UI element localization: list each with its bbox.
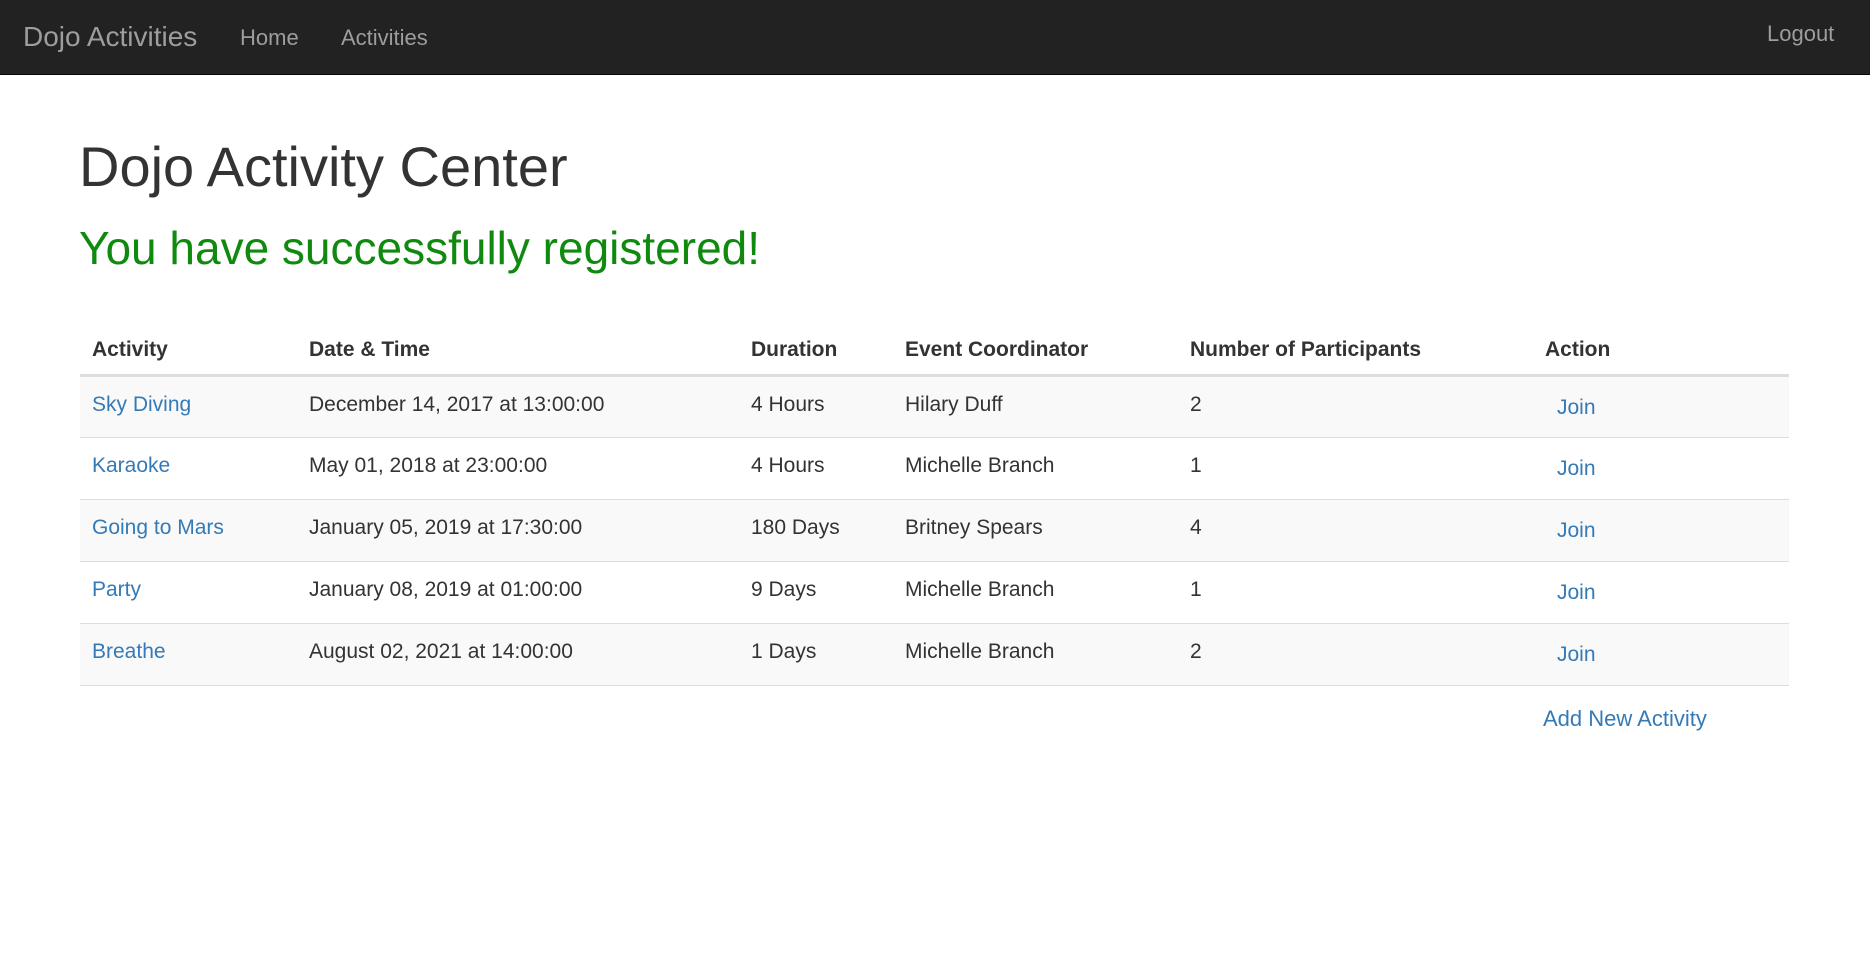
add-new-activity-link[interactable]: Add New Activity [1543,706,1707,732]
datetime-cell: December 14, 2017 at 13:00:00 [297,375,739,438]
nav-activities-link[interactable]: Activities [341,25,428,51]
participants-cell: 4 [1178,499,1533,562]
nav-home-link[interactable]: Home [240,25,299,51]
table-row: Breathe August 02, 2021 at 14:00:00 1 Da… [80,623,1789,686]
coordinator-cell: Hilary Duff [893,375,1178,438]
activity-cell: Sky Diving [80,375,297,438]
action-cell: Join [1533,623,1789,686]
join-link[interactable]: Join [1557,396,1596,420]
duration-cell: 4 Hours [739,375,893,438]
activity-cell: Party [80,561,297,624]
brand-link[interactable]: Dojo Activities [23,20,197,54]
participants-cell: 2 [1178,623,1533,686]
activity-cell: Going to Mars [80,499,297,562]
activity-cell: Breathe [80,623,297,686]
header-number-of-participants: Number of Participants [1178,326,1533,377]
join-link[interactable]: Join [1557,457,1596,481]
join-link[interactable]: Join [1557,581,1596,605]
participants-cell: 1 [1178,437,1533,500]
coordinator-cell: Michelle Branch [893,561,1178,624]
table-row: Going to Mars January 05, 2019 at 17:30:… [80,499,1789,562]
success-message: You have successfully registered! [79,222,761,274]
activity-cell: Karaoke [80,437,297,500]
coordinator-cell: Michelle Branch [893,623,1178,686]
duration-cell: 9 Days [739,561,893,624]
table-row: Sky Diving December 14, 2017 at 13:00:00… [80,375,1789,438]
activity-link[interactable]: Party [92,578,141,601]
header-activity: Activity [80,326,297,377]
activities-table-container: Activity Date & Time Duration Event Coor… [80,326,1789,686]
header-date-time: Date & Time [297,326,739,377]
action-cell: Join [1533,561,1789,624]
header-event-coordinator: Event Coordinator [893,326,1178,377]
logout-link[interactable]: Logout [1767,21,1834,47]
join-link[interactable]: Join [1557,643,1596,667]
table-row: Party January 08, 2019 at 01:00:00 9 Day… [80,561,1789,624]
join-link[interactable]: Join [1557,519,1596,543]
datetime-cell: January 05, 2019 at 17:30:00 [297,499,739,562]
datetime-cell: August 02, 2021 at 14:00:00 [297,623,739,686]
activity-link[interactable]: Going to Mars [92,516,224,539]
datetime-cell: May 01, 2018 at 23:00:00 [297,437,739,500]
header-action: Action [1533,326,1789,377]
activities-table: Activity Date & Time Duration Event Coor… [80,326,1789,686]
duration-cell: 4 Hours [739,437,893,500]
duration-cell: 1 Days [739,623,893,686]
coordinator-cell: Britney Spears [893,499,1178,562]
action-cell: Join [1533,499,1789,562]
participants-cell: 2 [1178,375,1533,438]
action-cell: Join [1533,375,1789,438]
table-row: Karaoke May 01, 2018 at 23:00:00 4 Hours… [80,437,1789,500]
activity-link[interactable]: Sky Diving [92,393,191,416]
top-navbar: Dojo Activities Home Activities Logout [0,0,1870,75]
coordinator-cell: Michelle Branch [893,437,1178,500]
datetime-cell: January 08, 2019 at 01:00:00 [297,561,739,624]
activity-link[interactable]: Karaoke [92,454,170,477]
duration-cell: 180 Days [739,499,893,562]
page-title: Dojo Activity Center [79,135,568,198]
action-cell: Join [1533,437,1789,500]
header-duration: Duration [739,326,893,377]
participants-cell: 1 [1178,561,1533,624]
activity-link[interactable]: Breathe [92,640,166,663]
table-header-row: Activity Date & Time Duration Event Coor… [80,326,1789,377]
